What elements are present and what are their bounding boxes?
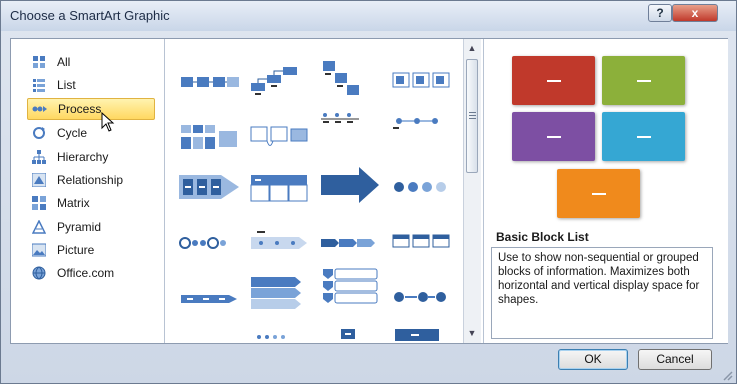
layout-thumbnail[interactable] (249, 169, 311, 209)
layout-thumbnail[interactable] (319, 267, 381, 307)
all-icon (31, 54, 47, 70)
scroll-up-arrow-icon[interactable]: ▲ (466, 42, 478, 54)
mouse-cursor-icon (101, 112, 115, 132)
category-all[interactable]: All (27, 51, 155, 73)
layout-thumbnail[interactable] (319, 107, 381, 147)
layout-thumbnail[interactable] (391, 169, 453, 209)
pyramid-icon (31, 219, 47, 235)
process-icon (32, 101, 48, 117)
help-button[interactable]: ? (648, 4, 672, 22)
preview-block (512, 56, 595, 105)
matrix-icon (31, 195, 47, 211)
category-office-com[interactable]: Office.com (27, 262, 155, 284)
layout-thumbnail[interactable] (391, 277, 453, 317)
dialog-body: All List Process Cycle Hierarchy Relatio… (10, 38, 728, 344)
category-label: Office.com (57, 266, 115, 280)
category-list: All List Process Cycle Hierarchy Relatio… (11, 39, 165, 343)
category-label: Hierarchy (57, 150, 109, 164)
preview-block (602, 56, 685, 105)
category-label: Pyramid (57, 220, 102, 234)
category-cycle[interactable]: Cycle (27, 122, 155, 144)
layout-thumbnail[interactable] (179, 279, 241, 319)
gallery-scrollbar[interactable]: ▲ ▼ (463, 39, 481, 343)
category-label: Picture (57, 243, 95, 257)
category-label: Process (58, 102, 102, 116)
category-list-item[interactable]: List (27, 74, 155, 96)
globe-icon (31, 265, 47, 281)
category-label: Cycle (57, 126, 88, 140)
category-matrix[interactable]: Matrix (27, 192, 155, 214)
layout-thumbnail[interactable] (249, 119, 311, 159)
preview-block (602, 112, 685, 161)
layout-thumbnail[interactable] (249, 61, 311, 101)
preview-block (557, 169, 640, 218)
layout-thumbnail[interactable] (391, 63, 453, 103)
list-icon (31, 77, 47, 93)
layout-thumbnail[interactable] (179, 119, 241, 159)
layout-thumbnail[interactable] (179, 223, 241, 263)
layout-thumbnail[interactable] (179, 63, 241, 103)
layout-thumbnail[interactable] (249, 273, 311, 313)
resize-grip-icon[interactable] (721, 369, 733, 381)
category-relationship[interactable]: Relationship (27, 169, 155, 191)
layout-thumbnail[interactable] (249, 329, 311, 343)
layout-thumbnail[interactable] (249, 223, 311, 263)
layout-thumbnail[interactable] (391, 221, 453, 261)
layout-thumbnail[interactable] (391, 107, 453, 147)
cycle-icon (31, 125, 47, 141)
scroll-down-arrow-icon[interactable]: ▼ (466, 327, 478, 339)
category-pyramid[interactable]: Pyramid (27, 216, 155, 238)
layout-name: Basic Block List (496, 230, 589, 244)
layout-preview (484, 39, 728, 219)
layout-description: Use to show non-sequential or grouped bl… (491, 247, 713, 339)
ok-button[interactable]: OK (558, 349, 628, 370)
preview-block (512, 112, 595, 161)
hierarchy-icon (31, 149, 47, 165)
picture-icon (31, 242, 47, 258)
close-button[interactable]: x (672, 4, 718, 22)
scrollbar-thumb[interactable] (466, 59, 478, 173)
layout-thumbnail[interactable] (179, 167, 241, 207)
category-process[interactable]: Process (27, 98, 155, 120)
layout-thumbnail[interactable] (391, 327, 453, 343)
layout-thumbnail[interactable] (319, 165, 381, 205)
category-label: List (57, 78, 76, 92)
category-hierarchy[interactable]: Hierarchy (27, 146, 155, 168)
cancel-button[interactable]: Cancel (638, 349, 712, 370)
title-bar[interactable]: Choose a SmartArt Graphic ? x (1, 1, 736, 31)
window-title: Choose a SmartArt Graphic (10, 8, 170, 23)
category-label: Relationship (57, 173, 124, 187)
preview-pane: Basic Block List Use to show non-sequent… (483, 39, 728, 343)
layout-thumbnail[interactable] (319, 223, 381, 263)
category-label: All (57, 55, 71, 69)
relationship-icon (31, 172, 47, 188)
category-label: Matrix (57, 196, 90, 210)
layout-gallery (165, 39, 460, 343)
layout-thumbnail[interactable] (319, 325, 381, 343)
layout-thumbnail[interactable] (319, 59, 381, 99)
category-picture[interactable]: Picture (27, 239, 155, 261)
smartart-dialog: Choose a SmartArt Graphic ? x All List P… (0, 0, 737, 384)
